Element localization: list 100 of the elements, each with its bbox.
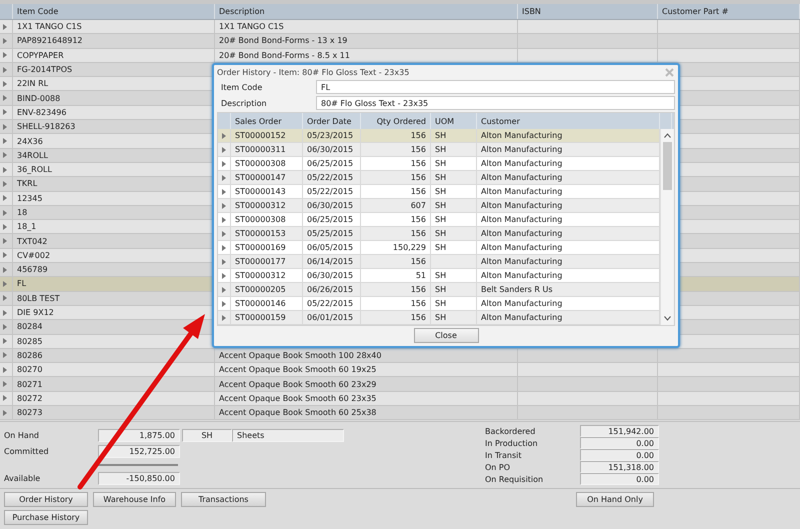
- expand-icon[interactable]: [3, 252, 7, 258]
- expand-icon[interactable]: [3, 80, 7, 87]
- table-cell: SH: [435, 271, 446, 280]
- expand-icon[interactable]: [3, 138, 7, 144]
- grid-row[interactable]: ST00000152 05/23/2015 156 SH Alton Manufacturing: [218, 129, 660, 143]
- column-header[interactable]: Description: [215, 4, 518, 19]
- expand-icon[interactable]: [3, 381, 7, 388]
- expand-icon[interactable]: [3, 24, 7, 30]
- unit-name-field: Sheets: [232, 428, 344, 442]
- expand-icon[interactable]: [222, 314, 226, 320]
- grid-row[interactable]: PAP8921648912 20# Bond Bond-Forms - 13 x 19: [0, 34, 800, 49]
- expand-icon[interactable]: [3, 38, 7, 44]
- field-label: On Hand: [4, 430, 40, 440]
- expand-icon[interactable]: [3, 338, 7, 344]
- grid-row[interactable]: ST00000312 06/30/2015 607 SH Alton Manufacturing: [218, 199, 660, 213]
- expand-icon[interactable]: [3, 366, 7, 373]
- expand-icon[interactable]: [3, 124, 7, 130]
- grid-row[interactable]: ST00000308 06/25/2015 156 SH Alton Manufacturing: [218, 213, 660, 227]
- expand-icon[interactable]: [3, 95, 7, 102]
- grid-row[interactable]: ST00000159 06/01/2015 156 SH Alton Manufacturing: [218, 311, 660, 325]
- expand-icon[interactable]: [222, 286, 226, 292]
- column-header[interactable]: Item Code: [13, 4, 215, 19]
- grid-row[interactable]: 80272 Accent Opaque Book Smooth 60 23x35: [0, 392, 800, 406]
- table-cell: 156: [410, 187, 426, 196]
- expand-icon[interactable]: [3, 152, 7, 158]
- grid-row[interactable]: ST00000308 06/25/2015 156 SH Alton Manufacturing: [218, 157, 660, 171]
- expand-icon[interactable]: [3, 266, 7, 273]
- expand-icon[interactable]: [222, 272, 226, 278]
- grid-row[interactable]: 80270 Accent Opaque Book Smooth 60 19x25: [0, 363, 800, 378]
- table-cell: 06/30/2015: [307, 145, 354, 154]
- table-cell: Accent Opaque Book Smooth 60 23x35: [219, 394, 376, 403]
- expand-icon[interactable]: [222, 188, 226, 194]
- grid-row[interactable]: ST00000143 05/22/2015 156 SH Alton Manufacturing: [218, 185, 660, 199]
- on-hand-only-button[interactable]: On Hand Only: [576, 492, 654, 507]
- column-header[interactable]: Customer Part #: [658, 4, 800, 19]
- table-cell: 06/01/2015: [307, 313, 354, 322]
- grid-row[interactable]: 80271 Accent Opaque Book Smooth 60 23x29: [0, 377, 800, 392]
- expand-icon[interactable]: [222, 216, 226, 222]
- expand-icon[interactable]: [3, 395, 7, 402]
- grid-row[interactable]: ST00000177 06/14/2015 156 Alton Manufacturing: [218, 255, 660, 269]
- expand-icon[interactable]: [222, 258, 226, 264]
- table-cell: 05/22/2015: [307, 173, 354, 182]
- scroll-down-icon[interactable]: [664, 316, 670, 321]
- grid-row[interactable]: 1X1 TANGO C1S 1X1 TANGO C1S: [0, 20, 800, 34]
- expand-icon[interactable]: [222, 160, 226, 166]
- grid-row[interactable]: ST00000205 06/26/2015 156 SH Belt Sanders R Us: [218, 283, 660, 297]
- grid-row[interactable]: ST00000153 05/25/2015 156 SH Alton Manufacturing: [218, 227, 660, 241]
- table-cell: Alton Manufacturing: [481, 313, 562, 322]
- scroll-thumb[interactable]: [662, 142, 672, 190]
- grid-row[interactable]: 80273 Accent Opaque Book Smooth 60 25x38: [0, 406, 800, 420]
- expand-icon[interactable]: [222, 230, 226, 236]
- grid-row[interactable]: ST00000146 05/22/2015 156 SH Alton Manufacturing: [218, 297, 660, 311]
- transactions-button[interactable]: Transactions: [181, 492, 266, 507]
- grid-row[interactable]: ST00000147 05/22/2015 156 SH Alton Manufacturing: [218, 171, 660, 185]
- order-history-button[interactable]: Order History: [4, 492, 88, 507]
- grid-row[interactable]: COPYPAPER 20# Bond Bond-Forms - 8.5 x 11: [0, 48, 800, 63]
- expand-icon[interactable]: [3, 238, 7, 244]
- table-cell: ST00000169: [235, 243, 286, 252]
- table-cell: Alton Manufacturing: [481, 257, 562, 266]
- expand-icon[interactable]: [3, 180, 7, 187]
- text-field[interactable]: FL: [316, 80, 675, 94]
- table-cell: 20# Bond Bond-Forms - 13 x 19: [219, 36, 348, 46]
- grid-row[interactable]: ST00000312 06/30/2015 51 SH Alton Manufacturing: [218, 269, 660, 283]
- expand-icon[interactable]: [3, 324, 7, 330]
- expand-icon[interactable]: [3, 280, 7, 287]
- field-label: Item Code: [220, 82, 264, 92]
- text-field[interactable]: 80# Flo Gloss Text - 23x35: [316, 96, 675, 110]
- expand-icon[interactable]: [222, 244, 226, 250]
- expand-icon[interactable]: [222, 146, 226, 152]
- table-cell: 156: [410, 173, 426, 182]
- expand-icon[interactable]: [3, 210, 7, 216]
- expand-icon[interactable]: [3, 310, 7, 316]
- expand-icon[interactable]: [222, 132, 226, 138]
- expand-icon[interactable]: [3, 166, 7, 173]
- expand-icon[interactable]: [3, 109, 7, 116]
- grid-row[interactable]: ST00000311 06/30/2015 156 SH Alton Manufacturing: [218, 143, 660, 157]
- scroll-up-icon[interactable]: [664, 133, 670, 138]
- purchase-history-button[interactable]: Purchase History: [4, 510, 88, 525]
- grid-row[interactable]: ST00000169 06/05/2015 150,229 SH Alton Manufacturing: [218, 241, 660, 255]
- expand-icon[interactable]: [3, 195, 7, 202]
- expand-icon[interactable]: [3, 410, 7, 416]
- close-button[interactable]: Close: [414, 328, 478, 343]
- expand-icon[interactable]: [222, 202, 226, 208]
- table-cell: 80273: [13, 406, 215, 420]
- expand-icon[interactable]: [3, 352, 7, 358]
- expand-icon[interactable]: [3, 224, 7, 230]
- scrollbar[interactable]: [660, 129, 673, 325]
- table-cell: ST00000312: [235, 271, 286, 280]
- column-header[interactable]: ISBN: [518, 4, 658, 19]
- table-cell: 80270: [13, 363, 215, 376]
- warehouse-info-button[interactable]: Warehouse Info: [93, 492, 176, 507]
- expand-icon[interactable]: [222, 300, 226, 306]
- value-field: 151,318.00: [580, 461, 659, 473]
- grid-row[interactable]: 80286 Accent Opaque Book Smooth 100 28x40: [0, 348, 800, 364]
- table-cell: SH: [435, 215, 446, 224]
- expand-icon[interactable]: [3, 52, 7, 58]
- expand-icon[interactable]: [222, 174, 226, 180]
- table-cell: SH: [435, 285, 446, 294]
- expand-icon[interactable]: [3, 66, 7, 73]
- expand-icon[interactable]: [3, 295, 7, 302]
